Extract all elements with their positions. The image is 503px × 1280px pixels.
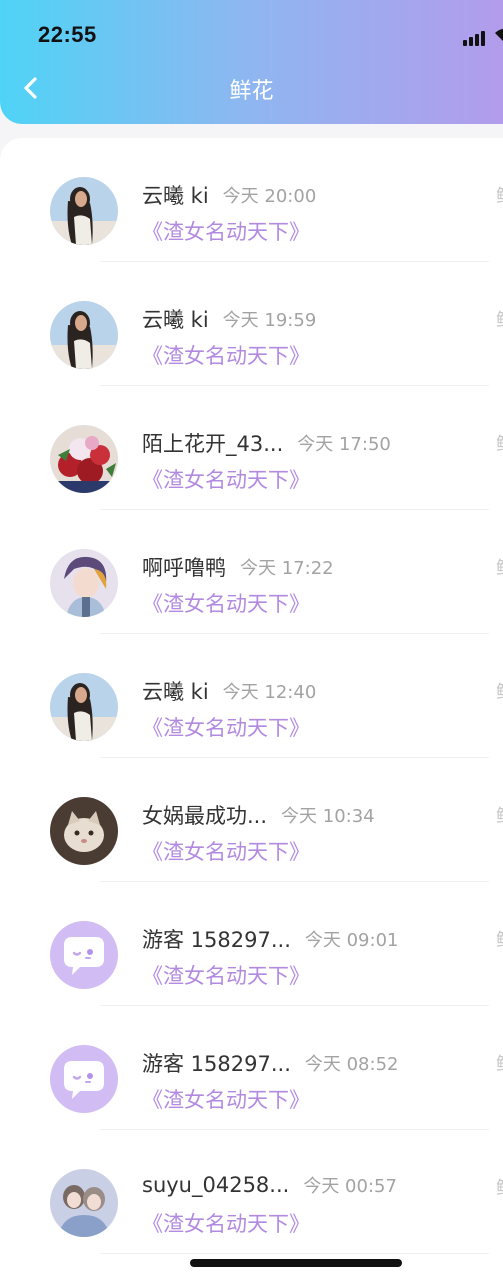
list-item[interactable]: 啊呼噜鸭今天 17:22 《渣女名动天下》 鲜: [0, 510, 503, 634]
name-time-line: 游客 158297... 今天 09:01: [142, 924, 398, 954]
trailing-cut-off-text: 鲜: [496, 306, 503, 332]
user-name[interactable]: 女娲最成功...: [142, 804, 267, 828]
girl-photo-avatar-icon: [50, 673, 118, 741]
book-title-link[interactable]: 《渣女名动天下》: [142, 712, 310, 742]
name-time-line: 游客 158297... 今天 08:52: [142, 1048, 398, 1078]
user-name[interactable]: 游客 158297...: [142, 1052, 291, 1076]
trailing-cut-off-text: 鲜: [496, 926, 503, 952]
timestamp: 今天 20:00: [222, 186, 317, 207]
page-title: 鲜花: [229, 79, 274, 104]
avatar[interactable]: [50, 797, 118, 865]
avatar[interactable]: [50, 425, 118, 493]
book-title-link[interactable]: 《渣女名动天下》: [142, 340, 310, 370]
user-name[interactable]: 云曦 ki: [142, 308, 209, 332]
divider: [100, 1253, 489, 1254]
avatar[interactable]: [50, 673, 118, 741]
trailing-cut-off-text: 鲜: [496, 802, 503, 828]
name-time-line: 女娲最成功... 今天 10:34: [142, 800, 375, 830]
book-title-link[interactable]: 《渣女名动天下》: [142, 216, 310, 246]
gift-record-list: 云曦 ki 今天 20:00 《渣女名动天下》 鲜 云曦 ki 今天 19:59 《…: [0, 138, 503, 1280]
name-time-line: 云曦 ki 今天 12:40: [142, 676, 316, 706]
user-name[interactable]: 陌上花开_43...: [142, 432, 283, 456]
avatar[interactable]: [50, 921, 118, 989]
chat-bubble-avatar-icon: [50, 921, 118, 989]
trailing-cut-off-text: 鲜: [496, 430, 503, 456]
timestamp: 今天 10:34: [281, 806, 375, 827]
nav-bar: 鲜花: [0, 62, 503, 116]
user-name[interactable]: suyu_04258...: [142, 1173, 289, 1197]
book-title-link[interactable]: 《渣女名动天下》: [142, 836, 310, 866]
list-item[interactable]: 云曦 ki 今天 20:00 《渣女名动天下》 鲜: [0, 138, 503, 262]
user-name[interactable]: 云曦 ki: [142, 680, 209, 704]
avatar[interactable]: [50, 177, 118, 245]
header-bar: 22:55 鲜花: [0, 0, 503, 124]
book-title-link[interactable]: 《渣女名动天下》: [142, 960, 310, 990]
timestamp: 今天 17:50: [297, 434, 391, 455]
status-time: 22:55: [38, 22, 97, 47]
trailing-cut-off-text: 鲜: [496, 1174, 503, 1200]
timestamp: 今天 17:22: [240, 558, 334, 579]
avatar[interactable]: [50, 1169, 118, 1237]
girl-photo-avatar-icon: [50, 177, 118, 245]
home-indicator: [190, 1259, 402, 1267]
trailing-cut-off-text: 鲜: [496, 182, 503, 208]
girl-photo-avatar-icon: [50, 301, 118, 369]
list-item[interactable]: 陌上花开_43... 今天 17:50 《渣女名动天下》 鲜: [0, 386, 503, 510]
anime-boy-avatar-icon: [50, 549, 118, 617]
name-time-line: 云曦 ki 今天 20:00: [142, 180, 316, 210]
list-item[interactable]: 云曦 ki 今天 19:59 《渣女名动天下》 鲜: [0, 262, 503, 386]
avatar[interactable]: [50, 549, 118, 617]
trailing-cut-off-text: 鲜: [496, 554, 503, 580]
book-title-link[interactable]: 《渣女名动天下》: [142, 1208, 310, 1238]
timestamp: 今天 19:59: [222, 310, 317, 331]
anime-couple-avatar-icon: [50, 1169, 118, 1237]
list-item[interactable]: 游客 158297... 今天 09:01 《渣女名动天下》 鲜: [0, 882, 503, 1006]
timestamp: 今天 12:40: [222, 682, 317, 703]
list-item[interactable]: suyu_04258... 今天 00:57 《渣女名动天下》 鲜: [0, 1130, 503, 1254]
name-time-line: suyu_04258... 今天 00:57: [142, 1172, 397, 1202]
avatar[interactable]: [50, 301, 118, 369]
list-item[interactable]: 游客 158297... 今天 08:52 《渣女名动天下》 鲜: [0, 1006, 503, 1130]
list-item[interactable]: 女娲最成功... 今天 10:34 《渣女名动天下》 鲜: [0, 758, 503, 882]
timestamp: 今天 08:52: [304, 1054, 399, 1075]
timestamp: 今天 09:01: [304, 930, 399, 951]
trailing-cut-off-text: 鲜: [496, 678, 503, 704]
avatar[interactable]: [50, 1045, 118, 1113]
cat-avatar-icon: [50, 797, 118, 865]
status-bar: 22:55: [0, 0, 503, 70]
book-title-link[interactable]: 《渣女名动天下》: [142, 464, 310, 494]
list-item[interactable]: 云曦 ki 今天 12:40 《渣女名动天下》 鲜: [0, 634, 503, 758]
wifi-icon: [494, 28, 503, 44]
chat-bubble-avatar-icon: [50, 1045, 118, 1113]
flower-bouquet-avatar-icon: [50, 425, 118, 493]
user-name[interactable]: 游客 158297...: [142, 928, 291, 952]
user-name[interactable]: 云曦 ki: [142, 184, 209, 208]
cellular-signal-icon: [463, 30, 491, 46]
timestamp: 今天 00:57: [303, 1176, 397, 1197]
user-name[interactable]: 啊呼噜鸭: [142, 556, 226, 580]
book-title-link[interactable]: 《渣女名动天下》: [142, 1084, 310, 1114]
name-time-line: 陌上花开_43... 今天 17:50: [142, 428, 391, 458]
trailing-cut-off-text: 鲜: [496, 1050, 503, 1076]
book-title-link[interactable]: 《渣女名动天下》: [142, 588, 310, 618]
name-time-line: 啊呼噜鸭 今天 17:22: [142, 552, 334, 582]
name-time-line: 云曦 ki 今天 19:59: [142, 304, 316, 334]
